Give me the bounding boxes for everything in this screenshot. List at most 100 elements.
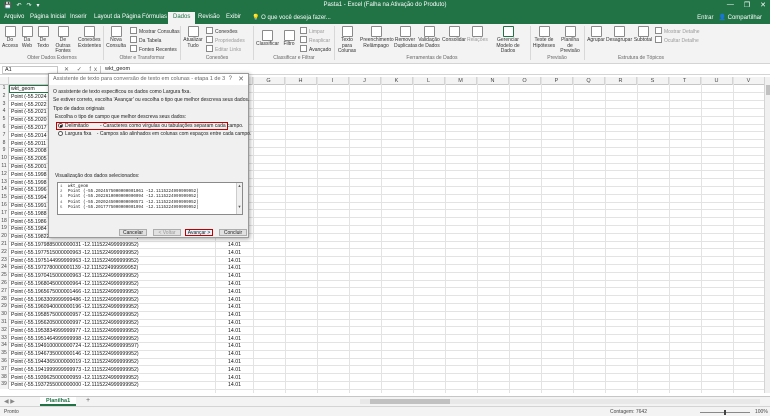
cell-f[interactable]: 14.01 (228, 242, 241, 248)
cell-f[interactable]: 14.01 (228, 289, 241, 295)
properties-button[interactable]: Propriedades (206, 36, 245, 44)
tab-layout-da-pagina[interactable]: Layout da Página (94, 14, 141, 20)
cell-f[interactable]: 14.01 (228, 273, 241, 279)
tab-revisao[interactable]: Revisão (198, 14, 220, 20)
show-queries-button[interactable]: Mostrar Consultas (130, 27, 180, 35)
cell-f[interactable]: 14.01 (228, 328, 241, 334)
data-preview[interactable]: 1 2 3 4 5 wkt_geom Point (-55.2024575000… (57, 182, 243, 215)
flash-fill-button[interactable]: Preenchimento Relâmpago (360, 26, 394, 49)
refresh-all-button[interactable]: Atualizar Tudo (183, 26, 203, 49)
cell-f[interactable]: 14.01 (228, 343, 241, 349)
tab-inserir[interactable]: Inserir (70, 14, 87, 20)
hide-detail-button[interactable]: Ocultar Detalhe (655, 36, 699, 44)
cell-f[interactable]: 14.01 (228, 359, 241, 365)
cell-a[interactable]: Point (-55.1963309999999486 -12.11152249… (11, 297, 139, 303)
preview-scrollbar[interactable]: ▲ ▼ (236, 183, 242, 214)
cell-a[interactable]: Point (-55.1991 (11, 203, 46, 209)
vertical-scrollbar[interactable] (764, 77, 770, 393)
cell-a[interactable]: Point (-55.1996 (11, 187, 46, 193)
close-icon[interactable]: ✕ (238, 75, 244, 83)
row-header[interactable]: 14 (0, 186, 9, 195)
cell-a[interactable]: Point (-55.1968045000000964 -12.11152249… (11, 281, 139, 287)
tell-me-search[interactable]: 💡 O que você deseja fazer... (252, 14, 331, 21)
scroll-thumb[interactable] (766, 85, 770, 95)
column-header-r[interactable]: R (605, 77, 637, 85)
cell-a[interactable]: Point (-55.1939625000000959 -12.11152249… (11, 375, 139, 381)
sheet-nav-icon[interactable]: ◀ ▶ (4, 398, 15, 405)
fixed-width-radio[interactable] (58, 131, 63, 136)
cell-a[interactable]: Point (-55.2024 (11, 94, 46, 100)
cell-f[interactable]: 14.01 (228, 312, 241, 318)
back-button[interactable]: < Voltar (153, 229, 181, 236)
cell-a[interactable]: Point (-55.2001 (11, 164, 46, 170)
sheet-tab-planilha1[interactable]: Planilha1 (40, 397, 77, 406)
cell-a[interactable]: Point (-55.1977515000000963 -12.11152249… (11, 250, 139, 256)
advanced-filter-button[interactable]: Avançado (300, 45, 331, 53)
column-header-t[interactable]: T (669, 77, 701, 85)
column-header-q[interactable]: Q (573, 77, 605, 85)
cell-a[interactable]: Point (-55.1951464999999998 -12.11152249… (11, 336, 139, 342)
row-header[interactable]: 6 (0, 124, 9, 132)
sign-in-link[interactable]: Entrar (697, 15, 713, 21)
tab-exibir[interactable]: Exibir (226, 14, 241, 20)
select-all-corner[interactable] (0, 77, 9, 85)
option-fixed-width[interactable]: Largura fixa - Campos são alinhados em c… (58, 131, 251, 137)
row-header[interactable]: 7 (0, 131, 9, 140)
column-header-m[interactable]: M (445, 77, 477, 85)
cell-a[interactable]: Point (-55.1960940000000196 -12.11152249… (11, 304, 139, 310)
data-validation-button[interactable]: Validação de Dados (418, 26, 440, 49)
tab-formulas[interactable]: Fórmulas (142, 14, 167, 20)
cell-a[interactable]: Point (-55.1975144999999963 -12.11152249… (11, 258, 139, 264)
cell-a[interactable]: Point (-55.1953834999999977 -12.11152249… (11, 328, 139, 334)
cell-f[interactable]: 14.01 (228, 297, 241, 303)
row-header[interactable]: 31 (0, 319, 9, 327)
row-header[interactable]: 11 (0, 163, 9, 171)
from-other-sources-button[interactable]: De Outras Fontes (52, 26, 74, 55)
from-web-button[interactable]: Da Web (20, 26, 34, 49)
from-table-button[interactable]: Da Tabela (130, 36, 161, 44)
relationships-button[interactable]: Relações (467, 26, 488, 44)
column-header-g[interactable]: G (253, 77, 285, 85)
column-header-l[interactable]: L (413, 77, 445, 85)
clear-filter-button[interactable]: Limpar (300, 27, 324, 35)
row-header[interactable]: 21 (0, 241, 9, 249)
cell-a[interactable]: Point (-55.2014 (11, 133, 46, 139)
cell-a[interactable]: Point (-55.2017 (11, 125, 46, 131)
scroll-thumb[interactable] (370, 399, 450, 404)
cell-a[interactable]: Point (-55.1994 (11, 195, 46, 201)
forecast-sheet-button[interactable]: Planilha de Previsão (558, 26, 582, 55)
row-header[interactable]: 23 (0, 256, 9, 265)
row-header[interactable]: 25 (0, 272, 9, 280)
row-header[interactable]: 3 (0, 100, 9, 109)
cell-a[interactable]: Point (-55.1970415000000963 -12.11152249… (11, 273, 139, 279)
row-header[interactable]: 17 (0, 209, 9, 218)
row-header[interactable]: 16 (0, 202, 9, 210)
cell-a[interactable]: Point (-55.1946735000000146 -12.11152249… (11, 351, 139, 357)
sort-button[interactable]: Classificar (256, 30, 279, 48)
cell-a[interactable]: Point (-55.1941999999999973 -12.11152249… (11, 367, 139, 373)
row-header[interactable]: 27 (0, 287, 9, 296)
column-header-j[interactable]: J (349, 77, 381, 85)
text-to-columns-button[interactable]: Texto para Colunas (336, 26, 358, 55)
cell-f[interactable]: 14.01 (228, 382, 241, 388)
cell-f[interactable]: 14.01 (228, 367, 241, 373)
zoom-level[interactable]: 100% (755, 409, 768, 415)
cell-a[interactable]: Point (-55.1998 (11, 172, 46, 178)
cell-a[interactable]: Point (-55.1949100000000724 -12.11152249… (11, 343, 139, 349)
ungroup-button[interactable]: Desagrupar (606, 26, 632, 44)
row-header[interactable]: 33 (0, 334, 9, 343)
row-header[interactable]: 39 (0, 381, 9, 390)
consolidate-button[interactable]: Consolidar (442, 26, 466, 44)
minimize-icon[interactable]: — (727, 1, 734, 9)
cell-f[interactable]: 14.01 (228, 258, 241, 264)
cell-a[interactable]: Point (-55.2020 (11, 117, 46, 123)
row-header[interactable]: 22 (0, 248, 9, 257)
help-icon[interactable]: ? (229, 76, 232, 82)
scroll-down-icon[interactable]: ▼ (237, 204, 242, 209)
cell-a[interactable]: Point (-55.1956205000000997 -12.11152249… (11, 320, 139, 326)
cell-a[interactable]: Point (-55.2005 (11, 156, 46, 162)
row-header[interactable]: 9 (0, 147, 9, 156)
cell-a[interactable]: Point (-55.1958575000000957 -12.11152249… (11, 312, 139, 318)
cell-f[interactable]: 14.01 (228, 375, 241, 381)
row-header[interactable]: 32 (0, 326, 9, 335)
